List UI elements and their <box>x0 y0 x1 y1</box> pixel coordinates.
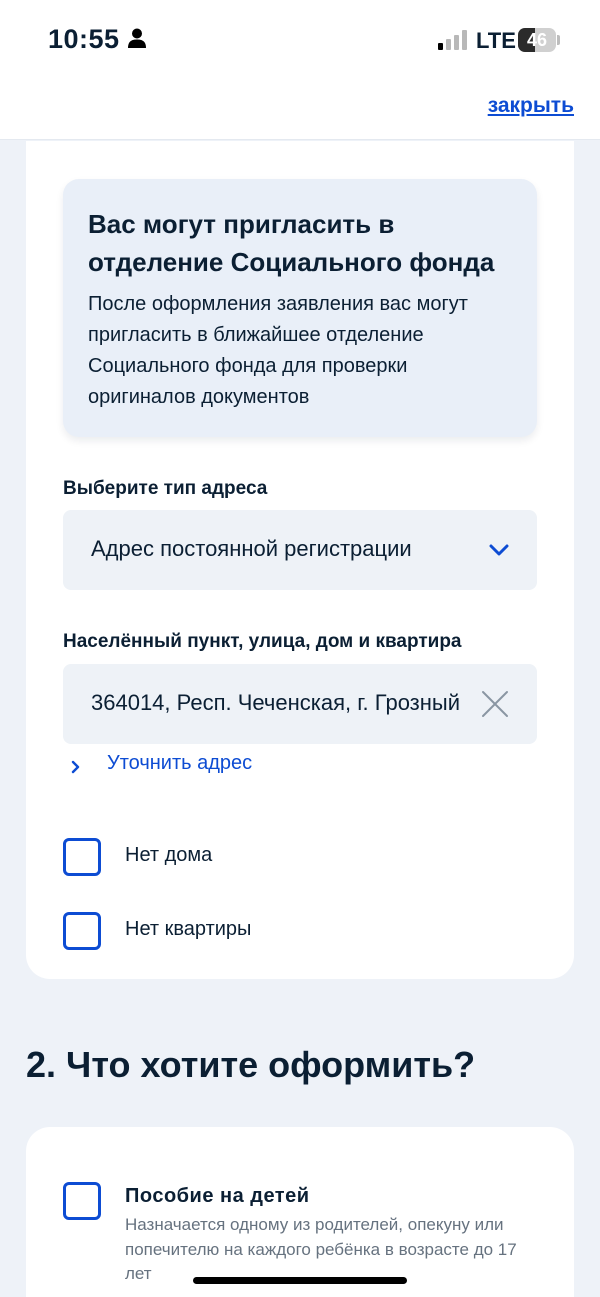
status-bar: 10:55 LTE 46 <box>0 0 600 80</box>
refine-address-label: Уточнить адрес <box>107 752 253 774</box>
chevron-down-icon <box>489 544 509 556</box>
section-title: 2. Что хотите оформить? <box>26 1044 476 1085</box>
battery-percent: 46 <box>526 30 548 50</box>
info-text: После оформления заявления вас могут при… <box>88 293 468 408</box>
info-title: Вас могут пригласить в отделение Социаль… <box>88 209 495 277</box>
top-bar: закрыть <box>0 80 600 140</box>
home-indicator[interactable] <box>193 1277 407 1284</box>
status-time: 10:55 <box>48 24 120 54</box>
address-type-value: Адрес постоянной регистрации <box>91 536 412 561</box>
no-apartment-label: Нет квартиры <box>125 918 252 940</box>
info-notice: Вас могут пригласить в отделение Социаль… <box>63 179 537 437</box>
benefit-description: Назначается одному из родителей, опекуну… <box>125 1215 517 1283</box>
address-type-select[interactable]: Адрес постоянной регистрации <box>63 510 537 590</box>
address-field-label: Населённый пункт, улица, дом и квартира <box>63 631 462 652</box>
close-link[interactable]: закрыть <box>488 94 574 118</box>
signal-strength-icon <box>438 30 467 50</box>
benefit-title: Пособие на детей <box>125 1185 310 1207</box>
person-icon <box>128 28 146 48</box>
no-apartment-checkbox[interactable] <box>63 912 101 950</box>
close-icon[interactable] <box>481 690 509 718</box>
child-benefit-checkbox[interactable] <box>63 1182 101 1220</box>
chevron-right-icon <box>71 760 80 774</box>
no-house-label: Нет дома <box>125 844 213 866</box>
address-type-label: Выберите тип адреса <box>63 478 268 499</box>
battery-tip <box>557 35 560 45</box>
address-card: Вас могут пригласить в отделение Социаль… <box>26 141 574 979</box>
battery-icon: 46 <box>518 28 556 52</box>
no-house-checkbox[interactable] <box>63 838 101 876</box>
network-type: LTE <box>476 28 516 53</box>
address-input[interactable]: 364014, Респ. Чеченская, г. Грозный <box>63 664 537 744</box>
benefit-card: Пособие на детей Назначается одному из р… <box>26 1127 574 1297</box>
address-value: 364014, Респ. Чеченская, г. Грозный <box>91 690 461 715</box>
